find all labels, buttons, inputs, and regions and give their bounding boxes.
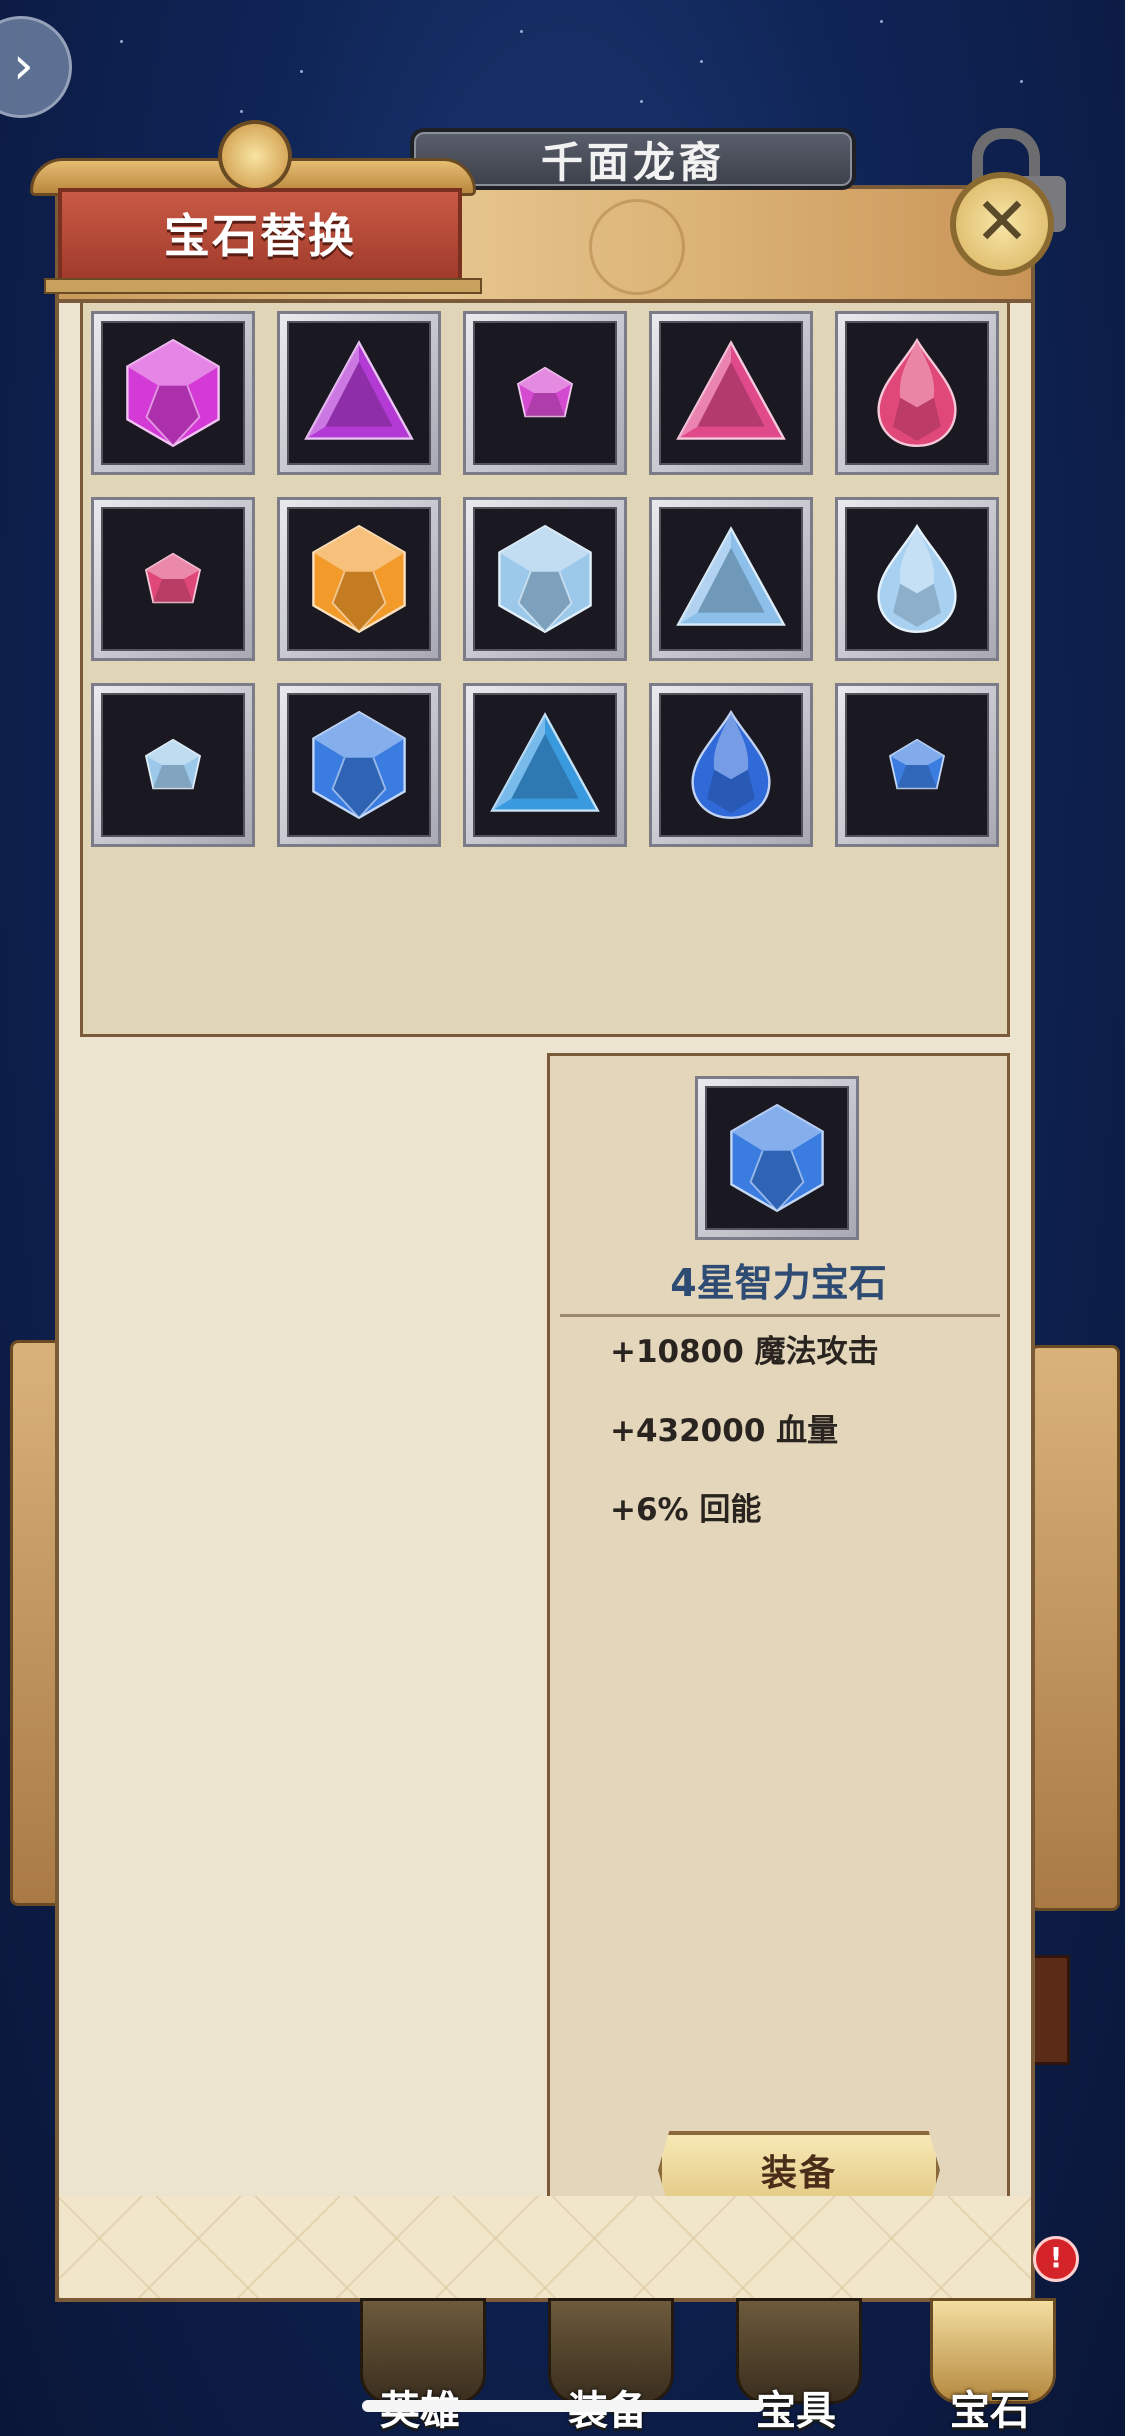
gem-slot[interactable]: [91, 683, 255, 847]
gem-slot[interactable]: [91, 497, 255, 661]
gem-grid: [80, 300, 1010, 1037]
gem-icon: [498, 524, 592, 634]
next-page-arrow[interactable]: [1030, 1955, 1070, 2065]
gem-detail-panel: 4星智力宝石 +10800 魔法攻击 +432000 血量 +6% 回能 装备: [547, 1053, 1010, 2225]
gem-slot[interactable]: [835, 311, 999, 475]
panel-title: 宝石替换: [164, 209, 356, 263]
gem-icon: [888, 738, 946, 790]
gem-slot[interactable]: [277, 497, 441, 661]
gem-slot[interactable]: [835, 683, 999, 847]
panel-title-plate: 宝石替换: [30, 118, 482, 294]
gem-icon: [676, 526, 786, 626]
gem-slot[interactable]: [463, 311, 627, 475]
gem-slot[interactable]: [277, 683, 441, 847]
gem-icon: [877, 337, 957, 448]
gem-icon: [126, 338, 220, 448]
right-frame-decoration: [1030, 1345, 1120, 1911]
gem-icon: [516, 366, 574, 418]
sun-emblem-icon: [589, 199, 685, 295]
hero-name-bar: 千面龙裔: [410, 128, 856, 190]
nav-tab-treasure[interactable]: 宝具: [726, 2298, 866, 2436]
gem-icon: [144, 738, 202, 790]
gem-slot[interactable]: [649, 311, 813, 475]
gem-slot[interactable]: [649, 683, 813, 847]
gem-icon: [490, 712, 600, 812]
gem-slot[interactable]: [277, 311, 441, 475]
back-button[interactable]: ›: [0, 16, 72, 118]
chevron-right-icon: ›: [13, 36, 34, 96]
close-icon: ✕: [974, 183, 1030, 260]
gem-stat-line: +432000 血量: [610, 1413, 839, 1449]
gem-icon: [877, 523, 957, 634]
gem-slot[interactable]: [463, 683, 627, 847]
panel-footer-pattern: [59, 2196, 1031, 2298]
notification-badge: !: [1033, 2236, 1079, 2282]
gem-icon: [676, 340, 786, 440]
nav-tab-hero[interactable]: 英雄: [350, 2298, 490, 2436]
selected-gem-slot: [695, 1076, 859, 1240]
gem-icon: [312, 710, 406, 820]
nav-tab-equipment[interactable]: 装备: [538, 2298, 678, 2436]
equip-button-label: 装备: [760, 2153, 837, 2194]
gem-icon: [144, 552, 202, 604]
ornament-knob-icon: [218, 120, 292, 192]
selected-gem-icon: [730, 1103, 824, 1213]
gem-icon: [312, 524, 406, 634]
home-indicator[interactable]: [362, 2400, 764, 2412]
divider: [560, 1314, 1000, 1317]
nav-tab-label: 宝石: [950, 2388, 1030, 2434]
hero-name: 千面龙裔: [540, 137, 725, 187]
selected-gem-name: 4星智力宝石: [670, 1261, 887, 1305]
gem-slot[interactable]: [91, 311, 255, 475]
gem-icon: [304, 340, 414, 440]
gem-icon: [691, 709, 771, 820]
gem-slot[interactable]: [463, 497, 627, 661]
gem-slot[interactable]: [835, 497, 999, 661]
gem-stat-line: +10800 魔法攻击: [610, 1334, 879, 1370]
nav-tab-gem[interactable]: 宝石: [920, 2298, 1060, 2436]
close-button[interactable]: ✕: [950, 172, 1054, 276]
gem-slot[interactable]: [649, 497, 813, 661]
gem-stat-line: +6% 回能: [610, 1492, 762, 1528]
